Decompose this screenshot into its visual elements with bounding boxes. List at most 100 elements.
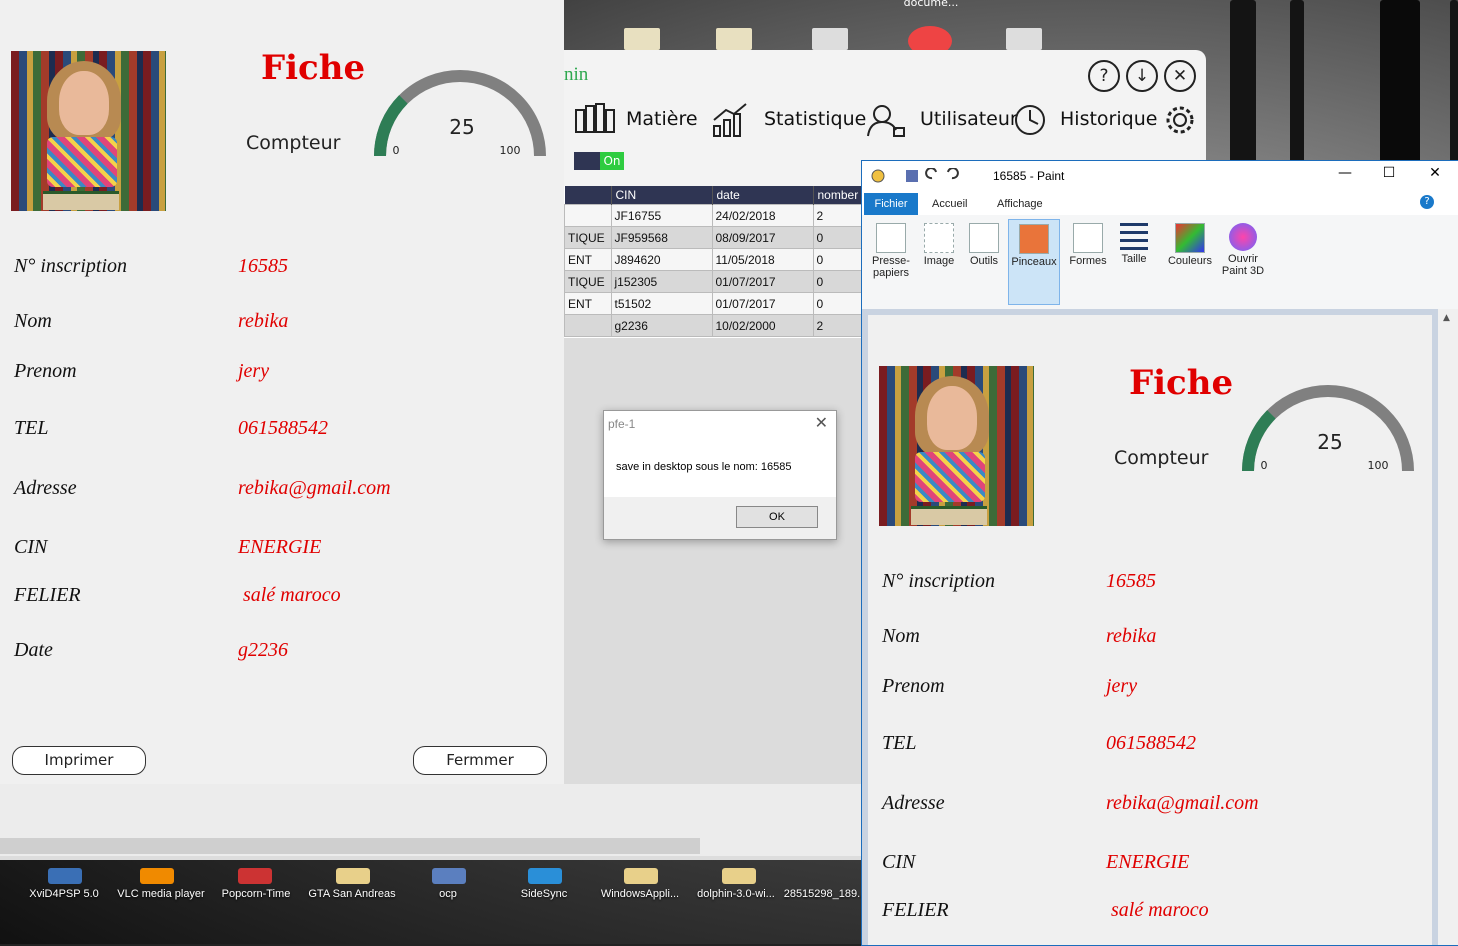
desktop-icon-label[interactable]: WindowsAppli... [590, 888, 690, 900]
menu-utilisateur[interactable]: Utilisateur [920, 108, 1018, 130]
vertical-scrollbar[interactable]: ▲ [1438, 309, 1458, 945]
clipboard-icon [876, 223, 906, 253]
xvid-icon[interactable] [48, 868, 82, 884]
print-button[interactable]: Imprimer [12, 746, 146, 775]
ok-button[interactable]: OK [736, 506, 818, 528]
folder-icon[interactable] [722, 868, 756, 884]
download-button[interactable]: ↓ [1126, 60, 1158, 92]
field-label: Adresse [14, 477, 77, 499]
table-cell: 24/02/2018 [711, 204, 814, 227]
table-cell: 01/07/2017 [711, 270, 814, 293]
ribbon-label: Outils [969, 255, 999, 267]
table-row[interactable]: g2236 10/02/2000 2 [564, 314, 864, 337]
data-table: CIN date nomber JF16755 24/02/2018 2 TIQUE J… [564, 186, 864, 338]
window-border [0, 856, 862, 860]
desktop-icon-label[interactable]: 28515298_189... [780, 888, 870, 900]
close-icon[interactable]: ✕ [815, 413, 828, 433]
column-header[interactable] [564, 186, 612, 205]
ribbon-label: Presse- papiers [872, 255, 910, 279]
field-label: CIN [14, 536, 48, 558]
folder-icon[interactable] [624, 28, 660, 50]
close-button[interactable]: ✕ [1164, 60, 1196, 92]
table-cell: 0 [812, 270, 864, 293]
student-photo [879, 366, 1034, 526]
field-label: CIN [882, 851, 916, 873]
paint-app-icon [871, 169, 885, 183]
field-label: Nom [14, 310, 52, 332]
tab-accueil[interactable]: Accueil [932, 193, 967, 215]
table-row[interactable]: ENT t51502 01/07/2017 0 [564, 292, 864, 315]
table-cell: ENT [564, 292, 612, 315]
ribbon-colors[interactable]: Couleurs [1164, 219, 1216, 303]
ribbon-image[interactable]: Image [918, 219, 960, 303]
scroll-up-icon[interactable]: ▲ [1443, 313, 1450, 323]
ribbon-clipboard[interactable]: Presse- papiers [866, 219, 916, 303]
field-value: ENERGIE [238, 536, 322, 558]
folder-icon[interactable] [336, 868, 370, 884]
desktop-icon-label[interactable]: docume... [886, 0, 976, 9]
table-header-row: CIN date nomber [564, 186, 864, 205]
dialog-message: save in desktop sous le nom: 16585 [616, 461, 792, 473]
sidesync-icon[interactable] [528, 868, 562, 884]
close-button[interactable]: Fermmer [413, 746, 547, 775]
folder-icon[interactable] [624, 868, 658, 884]
student-photo [11, 51, 166, 211]
file-icon[interactable] [812, 28, 848, 50]
tab-affichage[interactable]: Affichage [997, 193, 1043, 215]
message-dialog: pfe-1 ✕ save in desktop sous le nom: 165… [603, 410, 837, 540]
fiche-title: Fiche [1129, 363, 1234, 403]
vlc-icon[interactable] [140, 868, 174, 884]
ribbon-paint3d[interactable]: Ouvrir Paint 3D [1218, 219, 1268, 303]
gear-icon[interactable] [1164, 102, 1196, 138]
close-button[interactable]: ✕ [1412, 165, 1458, 181]
column-header[interactable]: CIN [611, 186, 713, 205]
desktop-icon-label[interactable]: Popcorn-Time [206, 888, 306, 900]
horizontal-scrollbar[interactable] [0, 838, 700, 854]
folder-icon[interactable] [716, 28, 752, 50]
help-button[interactable]: ? [1088, 60, 1120, 92]
save-icon [906, 170, 918, 182]
menu-statistique[interactable]: Statistique [764, 108, 866, 130]
tab-fichier[interactable]: Fichier [864, 193, 918, 215]
table-row[interactable]: ENT J894620 11/05/2018 0 [564, 248, 864, 271]
table-cell: 0 [812, 292, 864, 315]
desktop-icon-label[interactable]: GTA San Andreas [302, 888, 402, 900]
menu-matiere[interactable]: Matière [626, 108, 698, 130]
table-row[interactable]: TIQUE j152305 01/07/2017 0 [564, 270, 864, 293]
field-label: N° inscription [882, 570, 996, 592]
photo-book [911, 506, 987, 525]
field-value: 16585 [238, 255, 288, 277]
menu-historique[interactable]: Historique [1060, 108, 1157, 130]
table-cell: TIQUE [564, 270, 612, 293]
maximize-button[interactable]: ☐ [1366, 165, 1412, 181]
ribbon-brushes[interactable]: Pinceaux [1008, 219, 1060, 305]
table-row[interactable]: TIQUE JF959568 08/09/2017 0 [564, 226, 864, 249]
help-icon[interactable]: ? [1420, 195, 1434, 209]
file-icon[interactable] [1006, 28, 1042, 50]
desktop-icon-label[interactable]: dolphin-3.0-wi... [686, 888, 786, 900]
desktop-icon-label[interactable]: VLC media player [111, 888, 211, 900]
table-row[interactable]: JF16755 24/02/2018 2 [564, 204, 864, 227]
photo-scarf [915, 452, 985, 502]
popcorn-icon[interactable] [238, 868, 272, 884]
undo-icon [925, 168, 937, 180]
toggle-switch[interactable]: On [574, 152, 624, 170]
desktop-icon-label[interactable]: SideSync [494, 888, 594, 900]
ribbon-label: Taille [1121, 253, 1147, 265]
table-cell: JF959568 [610, 226, 713, 249]
paint-canvas[interactable]: Fiche Compteur 25 0 100 N° inscription 16… [868, 315, 1432, 945]
shapes-icon [1073, 223, 1103, 253]
ribbon-shapes[interactable]: Formes [1066, 219, 1110, 303]
ribbon-size[interactable]: Taille [1114, 219, 1154, 303]
column-header[interactable]: nomber [813, 186, 864, 205]
column-header[interactable]: date [712, 186, 814, 205]
desktop-icon-label[interactable]: XviD4PSP 5.0 [14, 888, 114, 900]
ribbon-tools[interactable]: Outils [964, 219, 1004, 303]
table-cell: 10/02/2000 [711, 314, 814, 337]
app-icon[interactable] [432, 868, 466, 884]
gauge-max-label: 100 [1368, 459, 1389, 472]
photo-book [43, 191, 119, 210]
toggle-on-label: On [600, 152, 624, 170]
minimize-button[interactable]: — [1322, 165, 1368, 181]
desktop-icon-label[interactable]: ocp [398, 888, 498, 900]
